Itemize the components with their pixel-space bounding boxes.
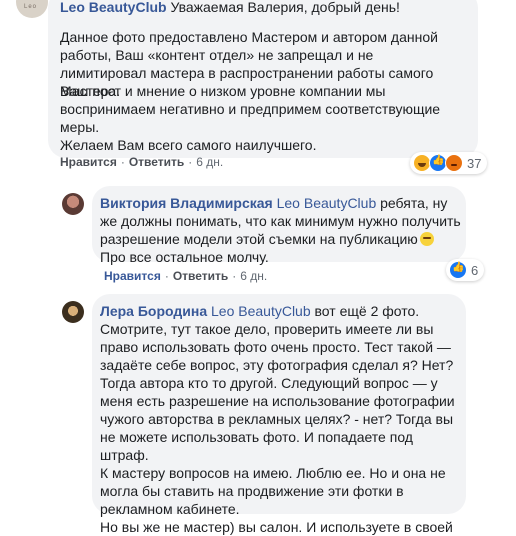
comment-body: Виктория Владимирская Leo BeautyClub реб… xyxy=(100,194,462,266)
separator-dot: · xyxy=(232,269,237,283)
comment-mention[interactable]: Leo BeautyClub xyxy=(211,303,311,319)
flushed-face-icon xyxy=(419,232,434,246)
comment-time[interactable]: 6 дн. xyxy=(196,155,223,169)
comment-author[interactable]: Leo BeautyClub xyxy=(60,0,167,15)
separator-dot: · xyxy=(164,269,169,283)
avatar[interactable] xyxy=(62,193,84,215)
comment-text: Уважаемая Валерия, добрый день! xyxy=(170,0,400,15)
comment-text: Но вы же не мастер) вы салон. И использу… xyxy=(100,519,453,535)
reactions-summary[interactable]: 37 xyxy=(410,152,488,174)
separator-dot: · xyxy=(120,155,125,169)
reply-link[interactable]: Ответить xyxy=(129,155,184,169)
comment-author[interactable]: Лера Бородина xyxy=(100,303,207,319)
comment-body: Лера Бородина Leo BeautyClub вот ещё 2 ф… xyxy=(100,302,462,536)
avatar[interactable]: Leo xyxy=(16,0,48,18)
comment-actions: Нравится · Ответить · 6 дн. xyxy=(104,269,267,283)
separator-dot: · xyxy=(188,155,193,169)
comment-paragraph: Желаем Вам всего самого наилучшего. xyxy=(60,137,317,153)
comment-bubble: Виктория Владимирская Leo BeautyClub реб… xyxy=(92,186,466,265)
comment-paragraph: Ваш пост и мнение о низком уровне компан… xyxy=(60,83,441,135)
comment-actions: Нравится · Ответить · 6 дн. xyxy=(60,155,223,169)
like-link[interactable]: Нравится xyxy=(104,269,161,283)
comment-bubble: Leo BeautyClub Уважаемая Валерия, добрый… xyxy=(48,0,478,158)
reactions-count: 6 xyxy=(471,262,479,278)
reply-link[interactable]: Ответить xyxy=(173,269,228,283)
comment-text: Про все остальное молчу. xyxy=(100,249,269,265)
comment-author[interactable]: Виктория Владимирская xyxy=(100,195,273,211)
comment-first-line: Leo BeautyClub Уважаемая Валерия, добрый… xyxy=(60,0,462,16)
avatar[interactable] xyxy=(62,301,84,323)
like-reaction-icon xyxy=(449,261,467,279)
comment-text: вот ещё 2 фото. Смотрите, тут такое дело… xyxy=(100,303,455,463)
comment-text: К мастеру вопросов на имею. Люблю ее. Но… xyxy=(100,465,446,517)
angry-reaction-icon xyxy=(445,154,463,172)
comment-time[interactable]: 6 дн. xyxy=(240,269,267,283)
comment-mention[interactable]: Leo BeautyClub xyxy=(277,195,377,211)
like-link[interactable]: Нравится xyxy=(60,155,117,169)
comment-bubble: Лера Бородина Leo BeautyClub вот ещё 2 ф… xyxy=(92,294,466,535)
reactions-count: 37 xyxy=(467,155,482,171)
avatar-label: Leo xyxy=(24,4,38,10)
reactions-summary[interactable]: 6 xyxy=(446,259,485,281)
